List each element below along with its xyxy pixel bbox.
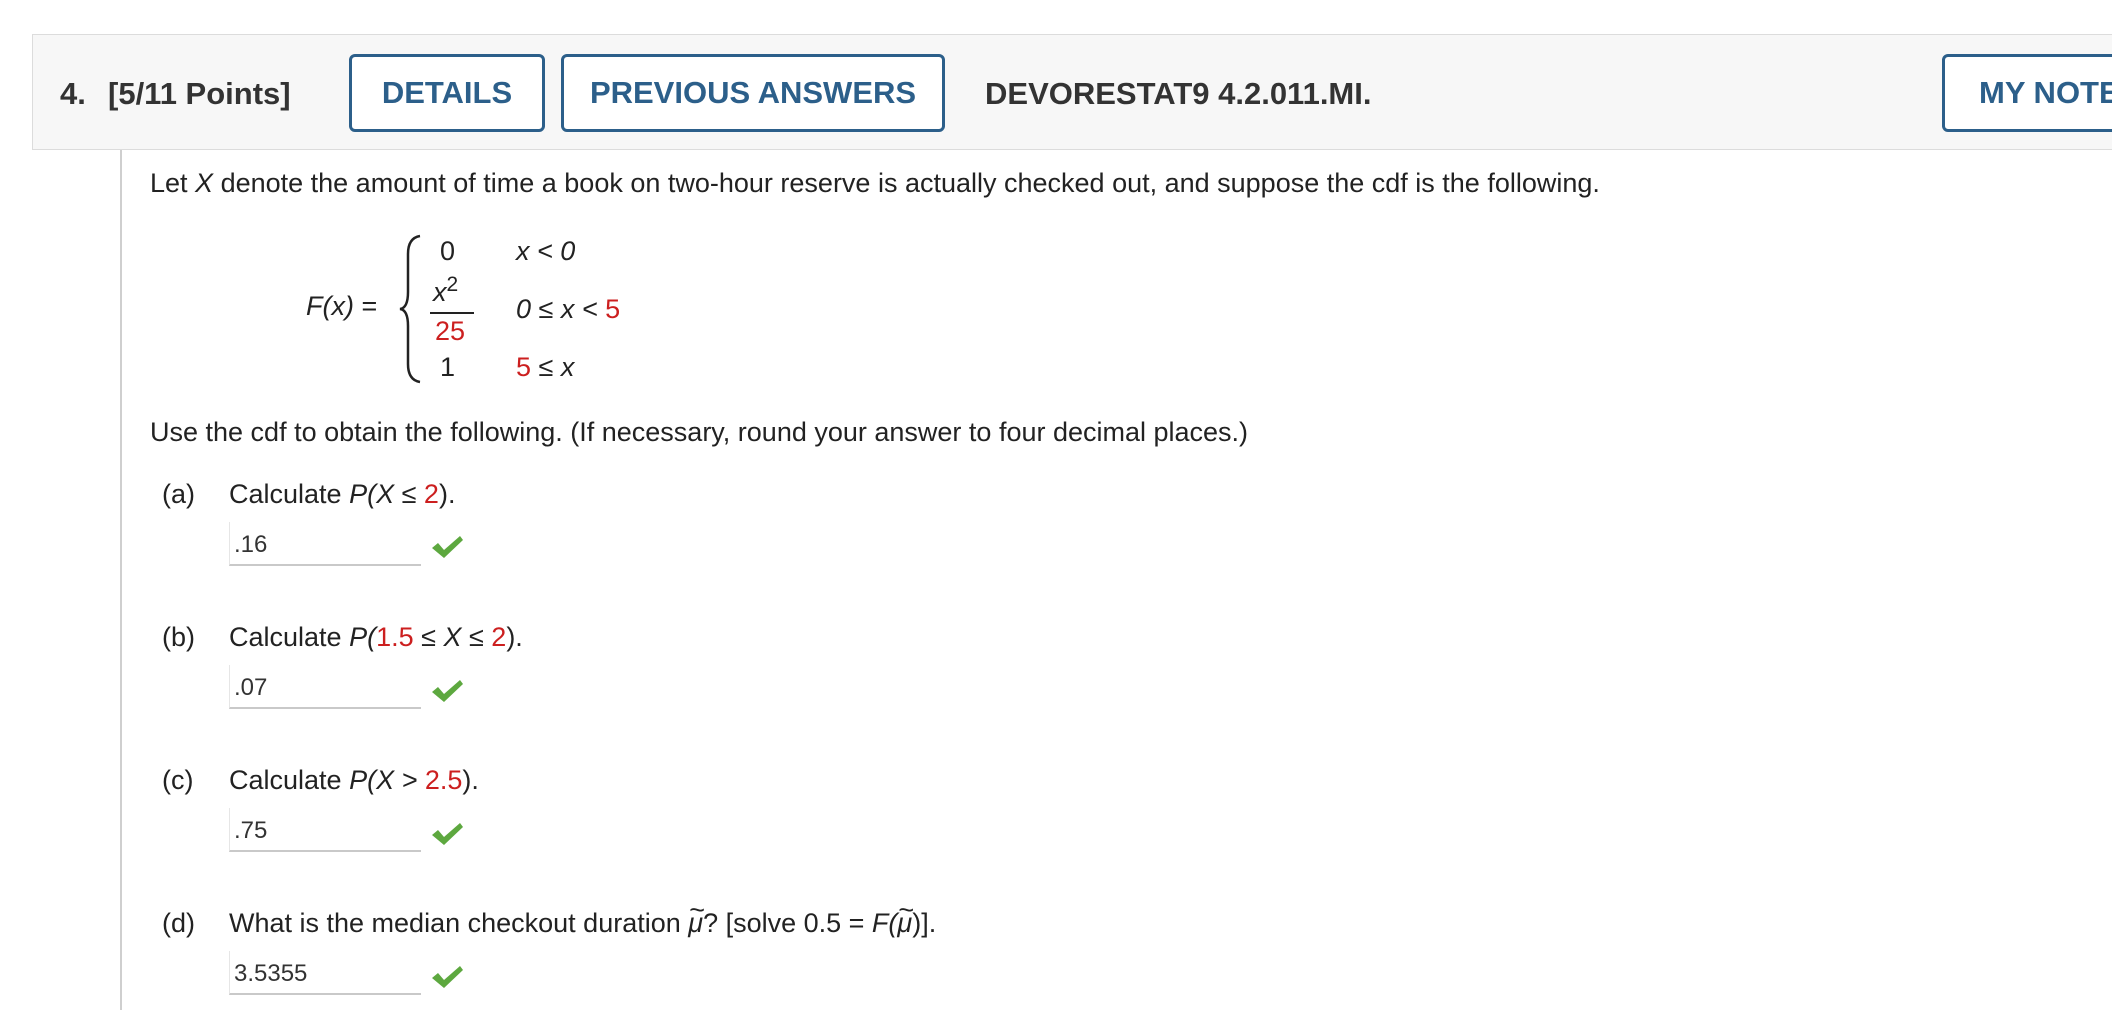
part-b-prompt-text: Calculate: [229, 622, 350, 652]
content-rule: [120, 150, 122, 1010]
case2-base: x: [433, 277, 447, 307]
case2-condition-text: 0 ≤ x <: [516, 294, 606, 324]
left-brace-icon: [399, 234, 421, 384]
intro-part-1: Let: [150, 168, 196, 198]
part-c-answer-input[interactable]: [229, 808, 421, 852]
case2-exponent: 2: [446, 273, 459, 296]
part-d-equation-text: ? [solve 0.5 =: [703, 908, 872, 938]
part-c-prompt: Calculate P(X > 2.5).: [229, 765, 479, 796]
previous-answers-button[interactable]: PREVIOUS ANSWERS: [561, 54, 945, 132]
part-b-prompt: Calculate P(1.5 ≤ X ≤ 2).: [229, 622, 523, 653]
case2-condition-bound: 5: [605, 294, 621, 324]
case2-numerator: x2: [433, 273, 458, 308]
part-c-close: ).: [462, 765, 479, 795]
part-c-label: (c): [162, 765, 194, 795]
part-b-upper-value: 2: [491, 622, 507, 652]
fraction-bar: [430, 312, 474, 314]
intro-part-2: denote the amount of time a book on two-…: [213, 168, 1600, 198]
cdf-lhs: F(x) =: [306, 291, 377, 322]
checkmark-icon: [432, 823, 463, 845]
instructions-text: Use the cdf to obtain the following. (If…: [150, 417, 1249, 447]
question-number: 4.: [60, 76, 86, 111]
cdf-function-name: F(x): [306, 291, 354, 321]
case3-value: 1: [440, 352, 456, 382]
case3-condition: 5 ≤ x: [516, 352, 574, 383]
part-a-expression: P(X ≤: [349, 479, 424, 509]
question-code: DEVORESTAT9 4.2.011.MI.: [985, 76, 1372, 111]
part-d-prompt-text: What is the median checkout duration: [229, 908, 689, 938]
intro-variable: X: [195, 168, 214, 198]
points-label: [5/11 Points]: [108, 76, 291, 111]
part-a-label: (a): [162, 479, 195, 509]
part-d-close: )].: [912, 908, 937, 938]
median-symbol: ~ μ: [688, 895, 706, 938]
intro-text: Let X denote the amount of time a book o…: [150, 168, 1600, 199]
part-d-prompt: What is the median checkout duration ~ μ?…: [229, 895, 937, 939]
part-b-answer-input[interactable]: [229, 665, 421, 709]
my-notes-button[interactable]: MY NOTE: [1942, 54, 2112, 132]
part-b-lower-value: 1.5: [376, 622, 414, 652]
median-symbol-in-function: ~ μ: [897, 895, 915, 938]
part-b-label: (b): [162, 622, 195, 652]
part-a-close: ).: [438, 479, 456, 509]
part-a-value: 2: [423, 479, 439, 509]
case3-condition-bound: 5: [516, 352, 532, 382]
part-b-expression-mid: ≤ X ≤: [413, 622, 492, 652]
part-b-close: ).: [506, 622, 523, 652]
checkmark-icon: [432, 966, 463, 988]
case1-condition: x < 0: [516, 236, 576, 266]
part-c-expression: P(X >: [349, 765, 425, 795]
part-a-answer-input[interactable]: [229, 522, 421, 566]
details-button[interactable]: DETAILS: [349, 54, 545, 132]
checkmark-icon: [432, 536, 463, 558]
part-b-expression-open: P(: [349, 622, 377, 652]
case3-condition-text: ≤ x: [531, 352, 575, 382]
part-d-label: (d): [162, 908, 195, 938]
cdf-equals: =: [361, 291, 378, 321]
part-c-prompt-text: Calculate: [229, 765, 350, 795]
case2-denominator: 25: [435, 316, 466, 346]
part-a-prompt-text: Calculate: [229, 479, 350, 509]
case1-value: 0: [440, 236, 456, 266]
checkmark-icon: [432, 680, 463, 702]
part-c-value: 2.5: [424, 765, 463, 795]
part-a-prompt: Calculate P(X ≤ 2).: [229, 479, 455, 510]
case2-condition: 0 ≤ x < 5: [516, 294, 620, 325]
part-d-function-open: F(: [871, 908, 898, 938]
part-d-answer-input[interactable]: [229, 951, 421, 995]
